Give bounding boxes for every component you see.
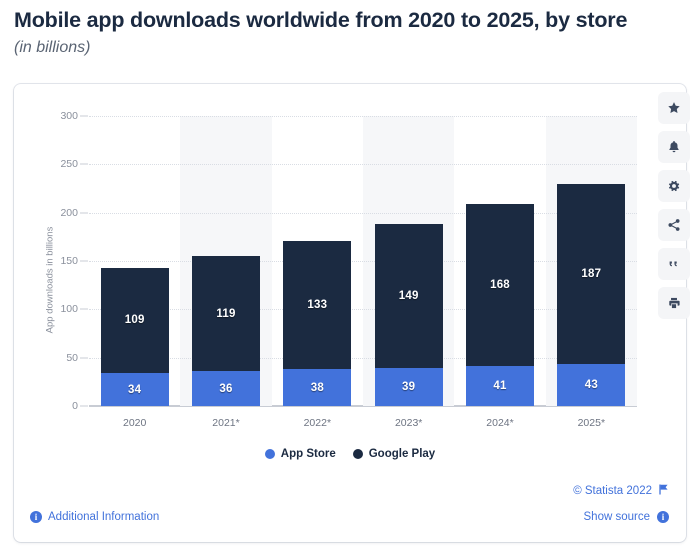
bell-icon	[667, 140, 681, 154]
bar-value-label: 168	[490, 279, 510, 291]
y-axis-title: App downloads in billions	[45, 227, 56, 334]
bar-segment-app-store[interactable]: 43	[557, 364, 625, 406]
bar-value-label: 36	[219, 383, 232, 395]
y-axis-tick-mark	[80, 212, 88, 213]
print-button[interactable]	[658, 287, 690, 319]
bar-value-label: 41	[493, 380, 506, 392]
statista-chart-page: Mobile app downloads worldwide from 2020…	[0, 0, 700, 559]
show-source-link[interactable]: Show source i	[584, 511, 669, 523]
bar-stack[interactable]: 38 133	[283, 241, 351, 406]
share-icon	[667, 218, 681, 232]
bar-segment-google-play[interactable]: 168	[466, 204, 534, 366]
star-icon	[667, 101, 681, 115]
bar-segment-app-store[interactable]: 39	[375, 368, 443, 406]
bar-segment-google-play[interactable]: 109	[101, 268, 169, 373]
show-source-label: Show source	[584, 511, 650, 523]
gridline	[89, 213, 637, 214]
page-title: Mobile app downloads worldwide from 2020…	[14, 6, 700, 34]
bar-segment-google-play[interactable]: 119	[192, 256, 260, 371]
bar-stack[interactable]: 41 168	[466, 204, 534, 406]
bar-segment-app-store[interactable]: 38	[283, 369, 351, 406]
quote-icon	[667, 257, 681, 271]
flag-icon	[659, 484, 669, 498]
y-axis-tick-label: 250	[60, 158, 78, 170]
y-axis-tick-label: 100	[60, 303, 78, 315]
chart-card: App downloads in billions 0 50 100 150 200 25…	[14, 84, 686, 542]
y-axis-tick-label: 150	[60, 255, 78, 267]
bar-segment-google-play[interactable]: 133	[283, 241, 351, 370]
gear-icon	[667, 179, 681, 193]
bar-value-label: 39	[402, 381, 415, 393]
bar-value-label: 109	[125, 314, 145, 326]
bar-stack[interactable]: 43 187	[557, 184, 625, 406]
bar-value-label: 149	[399, 290, 419, 302]
x-axis-tick-label: 2022*	[272, 417, 363, 429]
info-icon: i	[657, 511, 669, 523]
bar-segment-app-store[interactable]: 34	[101, 373, 169, 406]
chart-toolbar	[658, 92, 690, 319]
favorite-button[interactable]	[658, 92, 690, 124]
info-icon: i	[30, 511, 42, 523]
x-axis-tick-label: 2021*	[180, 417, 271, 429]
y-axis-tick-mark	[80, 261, 88, 262]
gridline	[89, 164, 637, 165]
title-block: Mobile app downloads worldwide from 2020…	[14, 6, 700, 59]
bar-segment-app-store[interactable]: 41	[466, 366, 534, 406]
bar-segment-google-play[interactable]: 187	[557, 184, 625, 365]
y-axis-tick-label: 200	[60, 207, 78, 219]
y-axis-tick-mark	[80, 309, 88, 310]
notify-button[interactable]	[658, 131, 690, 163]
bar-segment-app-store[interactable]: 36	[192, 371, 260, 406]
bar-stack[interactable]: 34 109	[101, 268, 169, 406]
copyright: © Statista 2022	[573, 484, 669, 498]
y-axis-tick-mark	[80, 116, 88, 117]
cite-button[interactable]	[658, 248, 690, 280]
x-axis-tick-label: 2020	[89, 417, 180, 429]
plot-area: 050100150200250300341092020361192021*381…	[89, 116, 637, 406]
bar-value-label: 38	[311, 382, 324, 394]
card-footer: i Additional Information © Statista 2022…	[14, 458, 686, 542]
copyright-label: © Statista 2022	[573, 485, 652, 497]
y-axis-tick-label: 300	[60, 110, 78, 122]
bar-value-label: 187	[581, 268, 601, 280]
gridline	[89, 116, 637, 117]
gridline	[89, 358, 637, 359]
share-button[interactable]	[658, 209, 690, 241]
x-axis-tick-label: 2023*	[363, 417, 454, 429]
bar-value-label: 43	[585, 379, 598, 391]
gridline	[89, 261, 637, 262]
bar-stack[interactable]: 39 149	[375, 224, 443, 406]
additional-information-label: Additional Information	[48, 511, 159, 523]
x-axis-tick-label: 2025*	[546, 417, 637, 429]
bar-value-label: 133	[307, 299, 327, 311]
gridline	[89, 309, 637, 310]
bar-value-label: 34	[128, 384, 141, 396]
y-axis-tick-label: 50	[66, 352, 78, 364]
y-axis-tick-label: 0	[72, 400, 78, 412]
y-axis-tick-mark	[80, 164, 88, 165]
additional-information-link[interactable]: i Additional Information	[30, 511, 159, 523]
settings-button[interactable]	[658, 170, 690, 202]
bar-stack[interactable]: 36 119	[192, 256, 260, 406]
print-icon	[667, 296, 681, 310]
y-axis-tick-mark	[80, 406, 88, 407]
bar-segment-google-play[interactable]: 149	[375, 224, 443, 368]
y-axis-tick-mark	[80, 357, 88, 358]
page-subtitle: (in billions)	[14, 37, 700, 59]
x-axis-tick-label: 2024*	[454, 417, 545, 429]
plot-wrapper: App downloads in billions 0 50 100 150 200 25…	[14, 84, 686, 444]
bar-value-label: 119	[216, 308, 235, 320]
